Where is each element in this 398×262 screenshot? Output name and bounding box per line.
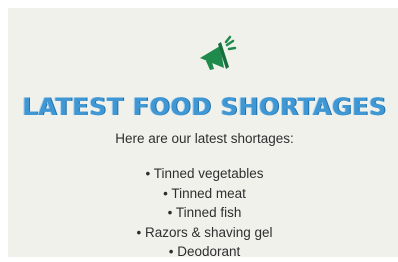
list-item: Razors & shaving gel xyxy=(8,223,398,243)
intro-text: Here are our latest shortages: xyxy=(115,131,294,146)
section-title: LATEST FOOD SHORTAGES xyxy=(22,93,387,121)
list-item: Tinned vegetables xyxy=(8,164,398,184)
list-item: Tinned fish xyxy=(8,203,398,223)
list-item: Tinned meat xyxy=(8,184,398,204)
shortages-panel: LATEST FOOD SHORTAGES Here are our lates… xyxy=(8,8,398,259)
list-item: Deodorant xyxy=(8,242,398,262)
megaphone-icon xyxy=(200,35,237,70)
shortages-list: Tinned vegetables Tinned meat Tinned fis… xyxy=(8,164,398,262)
